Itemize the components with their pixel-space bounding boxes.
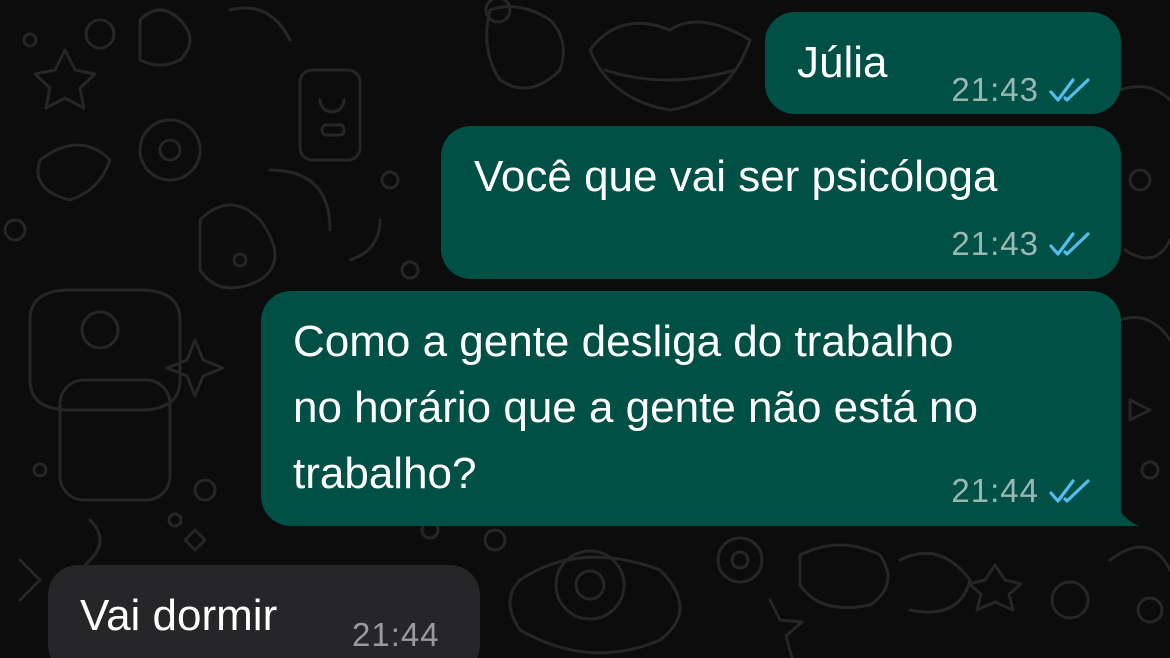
message-timestamp: 21:44	[951, 472, 1039, 509]
message-timestamp: 21:43	[951, 225, 1039, 262]
message-text: Vai dormir	[80, 591, 278, 640]
message-text: Como a gente desliga do trabalho no horá…	[293, 317, 978, 498]
double-check-read-icon	[1049, 479, 1090, 503]
message-bubble-outgoing[interactable]: Júlia 21:43	[765, 12, 1121, 114]
message-meta: 21:44	[352, 615, 440, 655]
message-bubble-outgoing[interactable]: Você que vai ser psicóloga 21:43	[441, 126, 1121, 279]
message-text: Júlia	[797, 38, 888, 87]
message-timestamp: 21:44	[352, 616, 440, 653]
message-bubble-incoming[interactable]: Vai dormir 21:44	[48, 565, 480, 658]
chat-view[interactable]: Júlia 21:43 Você que vai ser psicóloga 2…	[0, 0, 1170, 658]
bubble-tail	[1111, 486, 1139, 526]
message-text: Você que vai ser psicóloga	[474, 152, 998, 201]
message-meta: 21:44	[951, 471, 1091, 511]
message-bubble-outgoing[interactable]: Como a gente desliga do trabalho no horá…	[261, 291, 1121, 526]
double-check-read-icon	[1049, 78, 1090, 102]
message-meta: 21:43	[951, 70, 1091, 110]
message-timestamp: 21:43	[951, 71, 1039, 108]
double-check-read-icon	[1049, 232, 1090, 256]
message-meta: 21:43	[951, 224, 1091, 264]
